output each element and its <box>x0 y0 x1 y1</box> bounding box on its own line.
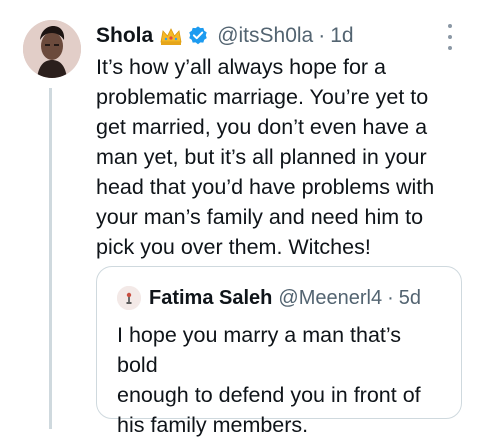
quoted-tweet[interactable]: Fatima Saleh @Meenerl4 · 5d I hope you m… <box>96 266 462 437</box>
tweet-text: It’s how y’all always hope for a problem… <box>96 55 435 259</box>
profile-photo-icon <box>117 286 141 310</box>
author-avatar[interactable] <box>23 20 81 78</box>
thread-line <box>49 88 52 429</box>
quoted-tweet-text: I hope you marry a man that’s bold enoug… <box>117 323 421 437</box>
separator-dot: · <box>318 24 326 47</box>
profile-photo-icon <box>23 20 81 78</box>
verified-badge-icon <box>187 25 209 47</box>
author-handle[interactable]: @itsSh0la <box>217 24 313 48</box>
crown-icon <box>159 24 183 48</box>
more-options-icon[interactable] <box>440 24 460 50</box>
tweet-header: Shola @itsSh0la · 1d <box>96 20 354 52</box>
quoted-author-handle[interactable]: @Meenerl4 <box>278 287 382 310</box>
tweet-time[interactable]: 1d <box>330 24 353 48</box>
quoted-author-name[interactable]: Fatima Saleh <box>149 287 272 310</box>
separator-dot: · <box>387 286 394 309</box>
author-name[interactable]: Shola <box>96 24 153 48</box>
quoted-tweet-time[interactable]: 5d <box>399 287 421 310</box>
quoted-tweet-header: Fatima Saleh @Meenerl4 · 5d <box>117 283 421 313</box>
quoted-author-avatar[interactable] <box>117 286 141 310</box>
